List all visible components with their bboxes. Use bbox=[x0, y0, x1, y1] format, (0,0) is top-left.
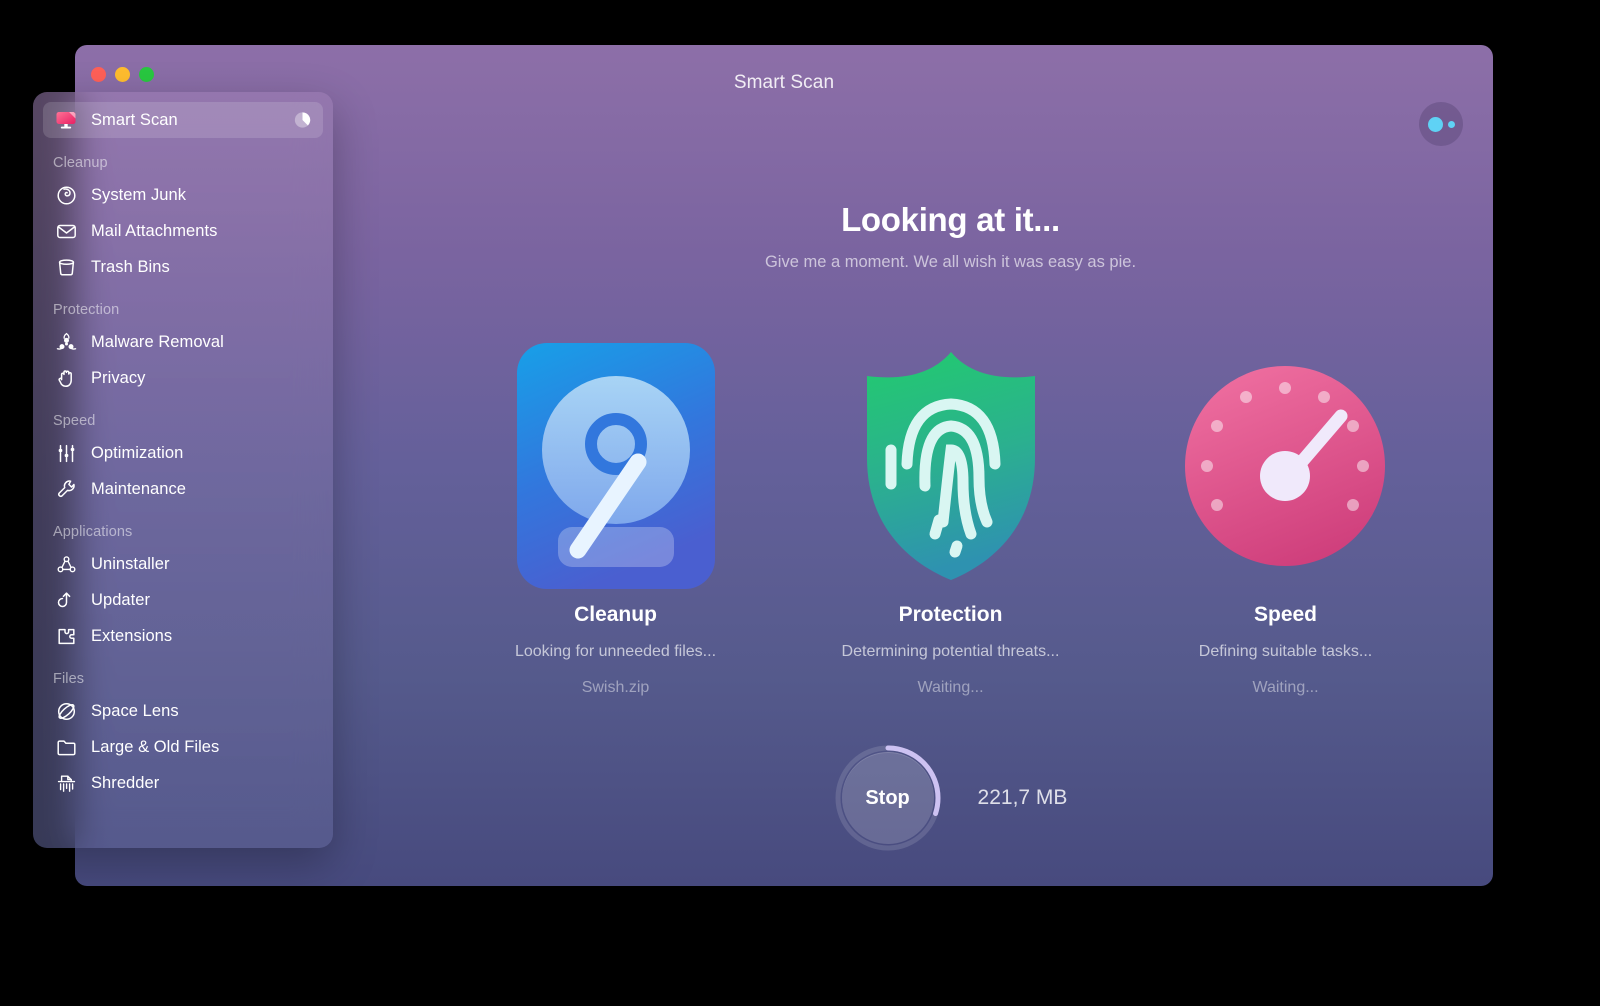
sidebar-group-title-cleanup: Cleanup bbox=[43, 152, 323, 174]
sidebar-item-label: Trash Bins bbox=[91, 258, 170, 277]
speed-gauge-icon bbox=[1183, 341, 1388, 591]
sidebar-item-maintenance[interactable]: Maintenance bbox=[43, 471, 323, 507]
module-cleanup[interactable]: Cleanup Looking for unneeded files... Sw… bbox=[448, 341, 783, 697]
page-title: Smart Scan bbox=[75, 72, 1493, 94]
mail-envelope-icon bbox=[53, 218, 79, 244]
sidebar-item-large-and-old-files[interactable]: Large & Old Files bbox=[43, 729, 323, 765]
sidebar-item-label: Privacy bbox=[91, 369, 145, 388]
module-protection[interactable]: Protection Determining potential threats… bbox=[783, 341, 1118, 697]
sidebar-item-trash-bins[interactable]: Trash Bins bbox=[43, 249, 323, 285]
sidebar-item-smart-scan[interactable]: Smart Scan bbox=[43, 102, 323, 138]
sidebar-item-label: Shredder bbox=[91, 774, 159, 793]
module-name: Protection bbox=[899, 603, 1003, 627]
sidebar: Smart Scan Cleanup System Junk Mail Atta… bbox=[33, 92, 333, 848]
puzzle-piece-icon bbox=[53, 623, 79, 649]
shield-fingerprint-icon bbox=[851, 341, 1051, 591]
module-speed[interactable]: Speed Defining suitable tasks... Waiting… bbox=[1118, 341, 1453, 697]
uninstaller-icon bbox=[53, 551, 79, 577]
sidebar-item-label: Maintenance bbox=[91, 480, 186, 499]
stop-button-wrap: Stop bbox=[834, 744, 942, 852]
sidebar-item-label: Uninstaller bbox=[91, 555, 170, 574]
sliders-icon bbox=[53, 440, 79, 466]
update-arrow-icon bbox=[53, 587, 79, 613]
sidebar-item-label: Updater bbox=[91, 591, 150, 610]
sidebar-item-shredder[interactable]: Shredder bbox=[43, 765, 323, 801]
module-list: Cleanup Looking for unneeded files... Sw… bbox=[408, 341, 1493, 697]
module-detail: Waiting... bbox=[1252, 679, 1318, 697]
module-detail: Swish.zip bbox=[582, 679, 650, 697]
sidebar-item-malware-removal[interactable]: Malware Removal bbox=[43, 324, 323, 360]
sidebar-item-uninstaller[interactable]: Uninstaller bbox=[43, 546, 323, 582]
sidebar-group-title-speed: Speed bbox=[43, 410, 323, 432]
sidebar-item-space-lens[interactable]: Space Lens bbox=[43, 693, 323, 729]
hard-drive-icon bbox=[516, 341, 716, 591]
trash-bin-icon bbox=[53, 254, 79, 280]
folder-icon bbox=[53, 734, 79, 760]
sidebar-item-label: Optimization bbox=[91, 444, 183, 463]
space-lens-planet-icon bbox=[53, 698, 79, 724]
sidebar-item-extensions[interactable]: Extensions bbox=[43, 618, 323, 654]
hand-icon bbox=[53, 365, 79, 391]
sidebar-scan-progress-icon bbox=[294, 112, 311, 129]
sidebar-group-title-applications: Applications bbox=[43, 521, 323, 543]
sidebar-item-label: Extensions bbox=[91, 627, 172, 646]
sidebar-item-label: Smart Scan bbox=[91, 111, 178, 130]
main-content: Looking at it... Give me a moment. We al… bbox=[408, 111, 1493, 886]
sidebar-item-optimization[interactable]: Optimization bbox=[43, 435, 323, 471]
scan-heading: Looking at it... bbox=[408, 201, 1493, 239]
sidebar-item-label: Space Lens bbox=[91, 702, 179, 721]
module-detail: Waiting... bbox=[917, 679, 983, 697]
bottom-bar: Stop 221,7 MB bbox=[408, 744, 1493, 852]
biohazard-icon bbox=[53, 329, 79, 355]
sidebar-item-mail-attachments[interactable]: Mail Attachments bbox=[43, 213, 323, 249]
stop-button[interactable]: Stop bbox=[842, 752, 934, 844]
module-name: Cleanup bbox=[574, 603, 657, 627]
sidebar-item-label: Mail Attachments bbox=[91, 222, 217, 241]
sidebar-item-label: Malware Removal bbox=[91, 333, 224, 352]
sidebar-item-updater[interactable]: Updater bbox=[43, 582, 323, 618]
sidebar-group-title-protection: Protection bbox=[43, 299, 323, 321]
module-name: Speed bbox=[1254, 603, 1317, 627]
system-junk-icon bbox=[53, 182, 79, 208]
sidebar-item-label: Large & Old Files bbox=[91, 738, 219, 757]
scan-subheading: Give me a moment. We all wish it was eas… bbox=[408, 253, 1493, 272]
shredder-icon bbox=[53, 770, 79, 796]
smart-scan-monitor-icon bbox=[53, 107, 79, 133]
module-status: Determining potential threats... bbox=[842, 643, 1060, 661]
wrench-icon bbox=[53, 476, 79, 502]
module-status: Defining suitable tasks... bbox=[1199, 643, 1372, 661]
scanned-size-label: 221,7 MB bbox=[978, 786, 1068, 810]
sidebar-item-privacy[interactable]: Privacy bbox=[43, 360, 323, 396]
sidebar-group-title-files: Files bbox=[43, 668, 323, 690]
sidebar-item-system-junk[interactable]: System Junk bbox=[43, 177, 323, 213]
module-status: Looking for unneeded files... bbox=[515, 643, 716, 661]
sidebar-item-label: System Junk bbox=[91, 186, 186, 205]
